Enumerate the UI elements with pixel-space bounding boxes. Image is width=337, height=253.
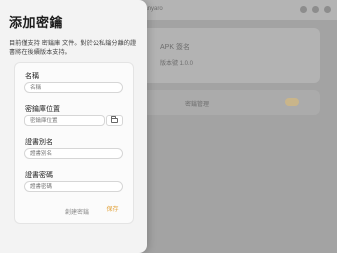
background-section-text: 密鑰管理 <box>185 102 210 108</box>
password-input[interactable] <box>24 181 123 192</box>
alias-input[interactable] <box>24 148 123 159</box>
sheet-title: 添加密鑰 <box>9 15 64 30</box>
close-icon <box>324 6 331 13</box>
sheet-description: 目前僅支持 密鑰庫 文件。對於公私鑰分離的證書將在後續版本支持。 <box>9 40 137 56</box>
maximize-icon <box>312 6 319 13</box>
browse-folder-button[interactable] <box>106 115 123 126</box>
password-label: 證書密碼 <box>25 172 53 179</box>
keystore-path-input[interactable] <box>24 115 105 126</box>
alias-label: 證書別名 <box>25 139 53 146</box>
name-label: 名稱 <box>25 73 39 80</box>
background-section: 密鑰管理 <box>120 90 320 115</box>
folder-icon <box>111 116 118 123</box>
key-form: 名稱 密鑰庫位置 證書別名 證書密碼 創建密鑰 保存 <box>14 62 134 224</box>
save-button[interactable]: 保存 <box>102 204 123 216</box>
add-key-sheet: 添加密鑰 目前僅支持 密鑰庫 文件。對於公私鑰分離的證書將在後續版本支持。 名稱… <box>0 0 147 253</box>
minimize-icon <box>300 6 307 13</box>
keystore-path-label: 密鑰庫位置 <box>25 106 60 113</box>
background-pill <box>285 98 299 106</box>
background-card-text: APK 簽名 <box>160 44 190 51</box>
background-card: APK 簽名 版本號 1.0.0 <box>120 28 320 83</box>
name-input[interactable] <box>24 82 123 93</box>
background-card-subtext: 版本號 1.0.0 <box>160 61 194 67</box>
create-key-button[interactable]: 創建密鑰 <box>65 207 89 216</box>
